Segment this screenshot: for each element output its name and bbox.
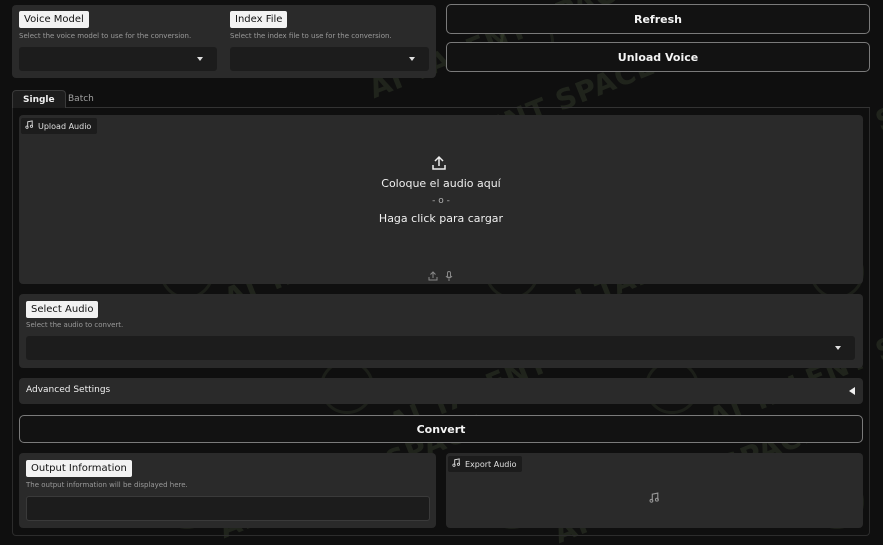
select-audio-description: Select the audio to convert. [26, 321, 124, 329]
export-audio-panel: Export Audio [446, 453, 863, 528]
collapse-arrow-icon [849, 387, 855, 395]
upload-source-icon[interactable] [428, 266, 438, 285]
voice-model-dropdown[interactable] [19, 47, 217, 71]
upload-audio-chip: Upload Audio [21, 118, 98, 134]
index-file-label: Index File [230, 11, 288, 28]
upload-dropzone[interactable]: Upload Audio Coloque el audio aquí - o -… [19, 115, 863, 284]
click-to-upload-text: Haga click para cargar [378, 212, 504, 225]
model-panel: Voice Model Select the voice model to us… [12, 5, 436, 78]
convert-button[interactable]: Convert [19, 415, 863, 443]
advanced-settings-accordion[interactable]: Advanced Settings [19, 378, 863, 404]
music-note-icon [452, 458, 461, 470]
select-audio-label: Select Audio [26, 301, 99, 318]
audio-placeholder-icon [649, 488, 660, 507]
refresh-button[interactable]: Refresh [446, 4, 870, 34]
upload-audio-label: Upload Audio [38, 121, 92, 131]
index-file-dropdown[interactable] [230, 47, 429, 71]
music-note-icon [25, 120, 34, 132]
chevron-down-icon [835, 346, 841, 350]
export-audio-label: Export Audio [465, 459, 517, 469]
microphone-icon[interactable] [444, 266, 454, 285]
drop-audio-text: Coloque el audio aquí [381, 177, 501, 190]
output-info-panel: Output Information The output informatio… [19, 453, 436, 528]
or-separator-text: - o - [432, 196, 450, 206]
tab-batch[interactable]: Batch [58, 90, 104, 108]
output-info-textarea[interactable] [26, 496, 430, 521]
unload-voice-button[interactable]: Unload Voice [446, 42, 870, 72]
voice-model-label: Voice Model [19, 11, 89, 28]
tab-bar: Single Batch [12, 90, 870, 108]
output-info-label: Output Information [26, 460, 132, 477]
upload-icon [431, 155, 447, 175]
chevron-down-icon [409, 57, 415, 61]
select-audio-panel: Select Audio Select the audio to convert… [19, 294, 863, 368]
select-audio-dropdown[interactable] [26, 336, 855, 360]
output-info-description: The output information will be displayed… [26, 481, 188, 489]
voice-model-description: Select the voice model to use for the co… [19, 32, 192, 40]
advanced-settings-label: Advanced Settings [26, 385, 111, 395]
chevron-down-icon [197, 57, 203, 61]
export-audio-chip: Export Audio [448, 456, 523, 472]
index-file-description: Select the index file to use for the con… [230, 32, 392, 40]
